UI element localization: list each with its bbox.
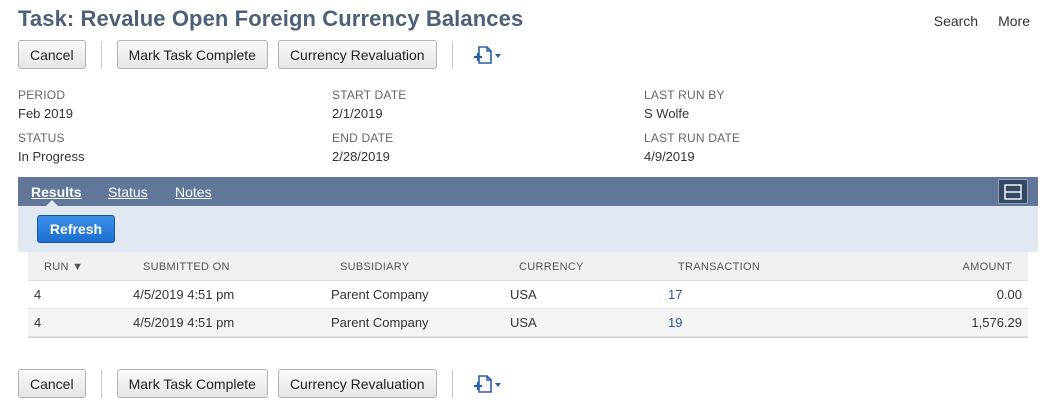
cell-run: 4 [34,287,42,302]
col-currency[interactable]: CURRENCY [519,261,584,273]
mark-task-complete-button[interactable]: Mark Task Complete [116,40,268,69]
layout-toggle-button[interactable] [998,179,1028,204]
col-subsidiary[interactable]: SUBSIDIARY [340,261,409,273]
toolbar-divider [100,369,102,398]
period-field: PERIOD Feb 2019 [18,88,73,121]
end-date-field: END DATE 2/28/2019 [332,131,393,164]
results-toolbar: Refresh [18,206,1038,252]
toolbar-divider [451,40,453,69]
toolbar-divider [451,369,453,398]
new-document-icon [473,45,501,64]
last-run-by-value: S Wolfe [644,106,690,121]
tab-results[interactable]: Results [31,184,82,200]
cell-amount: 0.00 [996,287,1022,302]
cell-amount: 1,576.29 [971,315,1022,330]
cell-run: 4 [34,315,42,330]
bottom-toolbar: Cancel Mark Task Complete Currency Reval… [18,369,502,398]
start-date-label: START DATE [332,88,407,102]
mark-task-complete-button[interactable]: Mark Task Complete [116,369,268,398]
col-run[interactable]: RUN ▼ [44,261,83,273]
col-submitted-on[interactable]: SUBMITTED ON [143,261,230,273]
status-field: STATUS In Progress [18,131,84,164]
cancel-button[interactable]: Cancel [18,369,86,398]
cell-submitted-on: 4/5/2019 4:51 pm [133,315,235,330]
tab-status-label: Status [108,184,148,200]
col-transaction[interactable]: TRANSACTION [678,261,760,273]
period-label: PERIOD [18,88,66,102]
period-value: Feb 2019 [18,106,73,121]
end-date-value: 2/28/2019 [332,149,390,164]
tab-results-label: Results [31,184,82,200]
top-links: Search More [934,13,1030,29]
table-bottom-border [28,337,1028,338]
col-run-label: RUN [44,261,69,273]
toolbar-divider [100,40,102,69]
search-link[interactable]: Search [934,13,978,29]
layout-rows-icon [1004,183,1022,200]
last-run-date-field: LAST RUN DATE 4/9/2019 [644,131,740,164]
results-table: RUN ▼ SUBMITTED ON SUBSIDIARY CURRENCY T… [28,252,1028,337]
cell-subsidiary: Parent Company [331,315,429,330]
table-row: 4 4/5/2019 4:51 pm Parent Company USA 19… [28,309,1028,337]
tab-notes-label: Notes [175,184,212,200]
start-date-value: 2/1/2019 [332,106,383,121]
last-run-by-label: LAST RUN BY [644,88,725,102]
currency-revaluation-button[interactable]: Currency Revaluation [277,369,437,398]
page-title: Task: Revalue Open Foreign Currency Bala… [18,6,524,31]
status-value: In Progress [18,149,85,164]
top-toolbar: Cancel Mark Task Complete Currency Reval… [18,40,502,69]
cell-currency: USA [510,315,537,330]
new-document-icon [473,374,501,393]
cell-subsidiary: Parent Company [331,287,429,302]
start-date-field: START DATE 2/1/2019 [332,88,406,121]
cell-transaction-link[interactable]: 17 [668,287,682,302]
cancel-button[interactable]: Cancel [18,40,86,69]
cell-currency: USA [510,287,537,302]
table-header: RUN ▼ SUBMITTED ON SUBSIDIARY CURRENCY T… [28,252,1028,281]
last-run-date-label: LAST RUN DATE [644,131,741,145]
end-date-label: END DATE [332,131,394,145]
status-label: STATUS [18,131,65,145]
tab-status[interactable]: Status [108,184,148,200]
table-row: 4 4/5/2019 4:51 pm Parent Company USA 17… [28,281,1028,309]
cell-transaction-link[interactable]: 19 [668,315,682,330]
last-run-date-value: 4/9/2019 [644,149,695,164]
currency-revaluation-button[interactable]: Currency Revaluation [277,40,437,69]
tab-notes[interactable]: Notes [175,184,212,200]
new-document-menu[interactable] [472,44,502,66]
last-run-by-field: LAST RUN BY S Wolfe [644,88,725,121]
cell-submitted-on: 4/5/2019 4:51 pm [133,287,235,302]
sort-desc-icon: ▼ [72,261,84,273]
col-amount[interactable]: AMOUNT [963,261,1012,273]
new-document-menu[interactable] [472,373,502,395]
more-link[interactable]: More [998,13,1030,29]
subtab-bar: Results Status Notes [18,177,1038,206]
refresh-button[interactable]: Refresh [37,215,115,243]
